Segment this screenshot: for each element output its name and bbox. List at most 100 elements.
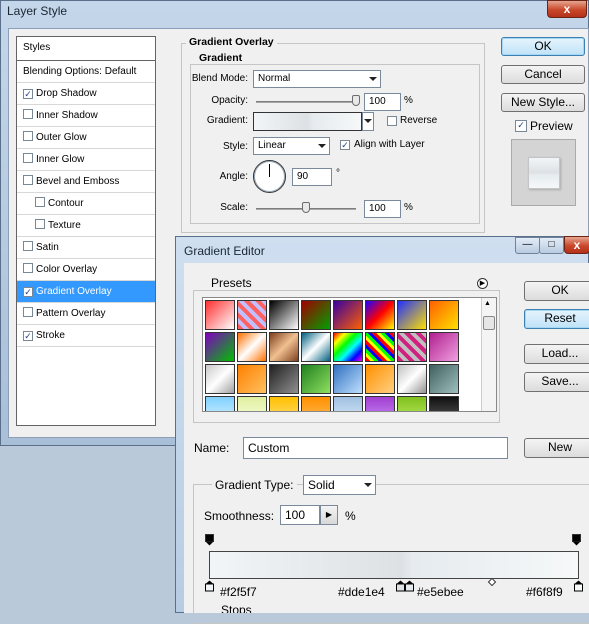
style-item-blending-options-default[interactable]: Blending Options: Default (17, 61, 155, 83)
preset-swatch[interactable] (301, 396, 331, 411)
styles-header[interactable]: Styles (17, 37, 155, 61)
style-item-checkbox[interactable] (23, 89, 33, 99)
style-item-inner-shadow[interactable]: Inner Shadow (17, 105, 155, 127)
style-item-checkbox[interactable] (23, 153, 33, 163)
preset-swatch[interactable] (397, 332, 427, 362)
preset-swatch[interactable] (205, 396, 235, 411)
maximize-button[interactable]: □ (539, 237, 564, 254)
style-item-pattern-overlay[interactable]: Pattern Overlay (17, 303, 155, 325)
style-item-checkbox[interactable] (23, 241, 33, 251)
presets-menu-button[interactable]: ▶ (477, 278, 488, 289)
style-item-checkbox[interactable] (23, 263, 33, 273)
ok-button[interactable]: OK (501, 37, 585, 56)
blend-mode-select[interactable]: Normal (253, 70, 381, 88)
style-item-satin[interactable]: Satin (17, 237, 155, 259)
preset-swatch[interactable] (365, 300, 395, 330)
preset-swatch[interactable] (269, 332, 299, 362)
preset-swatch[interactable] (429, 300, 459, 330)
reverse-checkbox[interactable] (387, 116, 397, 126)
style-item-drop-shadow[interactable]: Drop Shadow (17, 83, 155, 105)
preset-swatch[interactable] (301, 300, 331, 330)
style-item-checkbox[interactable] (23, 287, 33, 297)
style-item-gradient-overlay[interactable]: Gradient Overlay (17, 281, 155, 303)
style-item-outer-glow[interactable]: Outer Glow (17, 127, 155, 149)
color-stop-2[interactable] (396, 580, 405, 592)
gradient-preview-swatch[interactable] (253, 112, 362, 131)
preset-swatch[interactable] (269, 396, 299, 411)
opacity-stop-left[interactable] (205, 534, 214, 546)
style-item-checkbox[interactable] (23, 175, 33, 185)
preview-checkbox[interactable] (515, 120, 527, 132)
presets-scrollbar[interactable]: ▲ (481, 298, 496, 411)
style-item-color-overlay[interactable]: Color Overlay (17, 259, 155, 281)
preset-swatch[interactable] (333, 300, 363, 330)
style-item-bevel-and-emboss[interactable]: Bevel and Emboss (17, 171, 155, 193)
close-button[interactable]: x (564, 236, 589, 254)
save-button[interactable]: Save... (524, 372, 589, 392)
color-stop-3[interactable] (405, 580, 414, 592)
opacity-slider[interactable] (256, 101, 356, 103)
align-with-layer-checkbox[interactable] (340, 140, 350, 150)
preset-swatch[interactable] (269, 300, 299, 330)
gradient-bar[interactable] (209, 551, 579, 579)
style-item-inner-glow[interactable]: Inner Glow (17, 149, 155, 171)
style-item-checkbox[interactable] (35, 197, 45, 207)
style-item-stroke[interactable]: Stroke (17, 325, 155, 347)
style-item-checkbox[interactable] (23, 109, 33, 119)
load-button[interactable]: Load... (524, 344, 589, 364)
gradient-dropdown[interactable] (362, 112, 374, 131)
scroll-up-icon[interactable]: ▲ (484, 300, 491, 307)
scale-slider-thumb[interactable] (302, 202, 310, 213)
angle-input[interactable]: 90 (292, 168, 332, 186)
reset-button[interactable]: Reset (524, 309, 589, 329)
preset-swatch[interactable] (333, 396, 363, 411)
style-item-checkbox[interactable] (23, 307, 33, 317)
preset-swatch[interactable] (429, 396, 459, 411)
angle-dial[interactable] (253, 160, 286, 193)
scrollbar-thumb[interactable] (483, 316, 495, 330)
preset-swatch[interactable] (397, 396, 427, 411)
opacity-slider-thumb[interactable] (352, 95, 360, 106)
preset-swatch[interactable] (397, 300, 427, 330)
preset-swatch[interactable] (205, 332, 235, 362)
color-stop-1[interactable] (205, 580, 214, 592)
preset-swatch[interactable] (333, 332, 363, 362)
preset-swatch[interactable] (205, 300, 235, 330)
preset-swatch[interactable] (429, 364, 459, 394)
gradient-type-select[interactable]: Solid (303, 475, 376, 495)
new-style-button[interactable]: New Style... (501, 93, 585, 112)
ge-ok-button[interactable]: OK (524, 281, 589, 301)
style-item-checkbox[interactable] (23, 131, 33, 141)
style-select[interactable]: Linear (253, 137, 330, 155)
style-item-contour[interactable]: Contour (17, 193, 155, 215)
preset-swatch[interactable] (365, 396, 395, 411)
opacity-input[interactable]: 100 (364, 93, 401, 111)
preset-swatch[interactable] (205, 364, 235, 394)
preset-swatch[interactable] (269, 364, 299, 394)
cancel-button[interactable]: Cancel (501, 65, 585, 84)
preset-swatch[interactable] (365, 332, 395, 362)
smoothness-stepper[interactable]: ▶ (320, 505, 338, 525)
style-item-texture[interactable]: Texture (17, 215, 155, 237)
preset-swatch[interactable] (397, 364, 427, 394)
color-stop-4[interactable] (574, 580, 583, 592)
preset-swatch[interactable] (237, 332, 267, 362)
preset-swatch[interactable] (237, 300, 267, 330)
preset-swatch[interactable] (301, 364, 331, 394)
close-button[interactable]: x (547, 0, 587, 18)
scale-input[interactable]: 100 (364, 200, 401, 218)
style-item-checkbox[interactable] (35, 219, 45, 229)
preset-swatch[interactable] (429, 332, 459, 362)
preset-swatch[interactable] (301, 332, 331, 362)
minimize-button[interactable]: — (515, 237, 540, 254)
preset-swatch[interactable] (237, 396, 267, 411)
layer-style-titlebar[interactable]: Layer Style x (1, 0, 589, 23)
preset-swatch[interactable] (333, 364, 363, 394)
preset-swatch[interactable] (237, 364, 267, 394)
preset-swatch[interactable] (365, 364, 395, 394)
smoothness-input[interactable]: 100 (280, 505, 320, 525)
opacity-stop-right[interactable] (572, 534, 581, 546)
new-button[interactable]: New (524, 438, 589, 458)
style-item-checkbox[interactable] (23, 331, 33, 341)
name-input[interactable]: Custom (243, 437, 508, 459)
